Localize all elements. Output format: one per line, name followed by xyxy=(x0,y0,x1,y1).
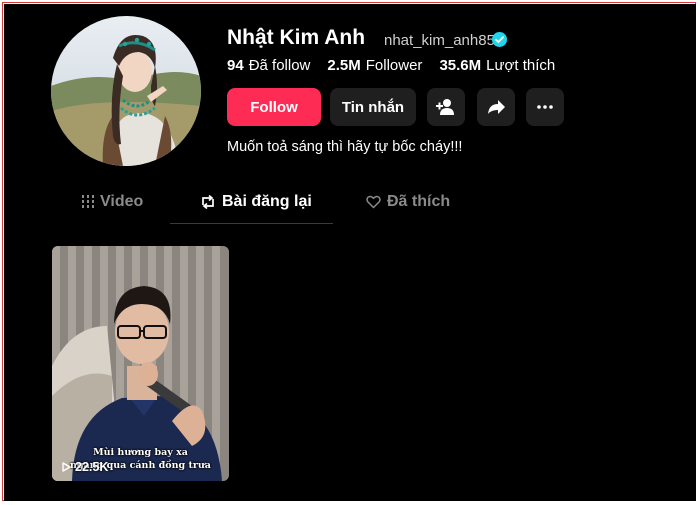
avatar[interactable] xyxy=(51,16,201,166)
tab-repost[interactable]: Bài đăng lại xyxy=(200,192,312,224)
view-count: 22.5K xyxy=(75,460,109,474)
share-icon xyxy=(487,100,505,114)
profile-stats: 94 Đã follow 2.5M Follower 35.6M Lượt thích xyxy=(227,57,555,74)
tab-video[interactable]: Video xyxy=(82,192,143,224)
profile-tabs: Video Bài đăng lại Đã thích xyxy=(66,192,506,224)
grid-icon xyxy=(82,195,94,208)
stat-following[interactable]: 94 Đã follow xyxy=(227,57,310,74)
tab-label: Bài đăng lại xyxy=(222,193,312,210)
play-icon xyxy=(62,462,71,472)
active-tab-indicator xyxy=(170,223,333,224)
add-friend-button[interactable] xyxy=(427,88,465,126)
follow-button[interactable]: Follow xyxy=(227,88,321,126)
display-name: Nhật Kim Anh xyxy=(227,26,366,49)
heart-icon xyxy=(366,195,381,209)
video-thumbnail xyxy=(52,246,229,481)
more-button[interactable] xyxy=(526,88,564,126)
stat-followers[interactable]: 2.5M Follower xyxy=(327,57,422,74)
video-caption-line1: Mùi hương bay xa xyxy=(93,447,188,458)
username: nhat_kim_anh85 xyxy=(384,32,495,49)
verified-badge-icon xyxy=(492,32,507,47)
video-card[interactable]: Mùi hương bay xa ngang qua cánh đồng trư… xyxy=(52,246,229,481)
tab-label: Video xyxy=(100,193,144,210)
share-button[interactable] xyxy=(477,88,515,126)
message-button[interactable]: Tin nhắn xyxy=(330,88,416,126)
more-icon xyxy=(537,105,553,109)
video-views: 22.5K xyxy=(62,460,108,474)
stat-likes: 35.6M Lượt thích xyxy=(439,57,556,74)
profile-page: Nhật Kim Anh nhat_kim_anh85 94 Đã follow … xyxy=(4,4,696,501)
tab-label: Đã thích xyxy=(387,193,451,210)
tab-liked[interactable]: Đã thích xyxy=(366,192,450,224)
add-friend-icon xyxy=(436,99,454,115)
repost-icon xyxy=(202,194,214,210)
bio: Muốn toả sáng thì hãy tự bốc cháy!!! xyxy=(227,139,463,155)
